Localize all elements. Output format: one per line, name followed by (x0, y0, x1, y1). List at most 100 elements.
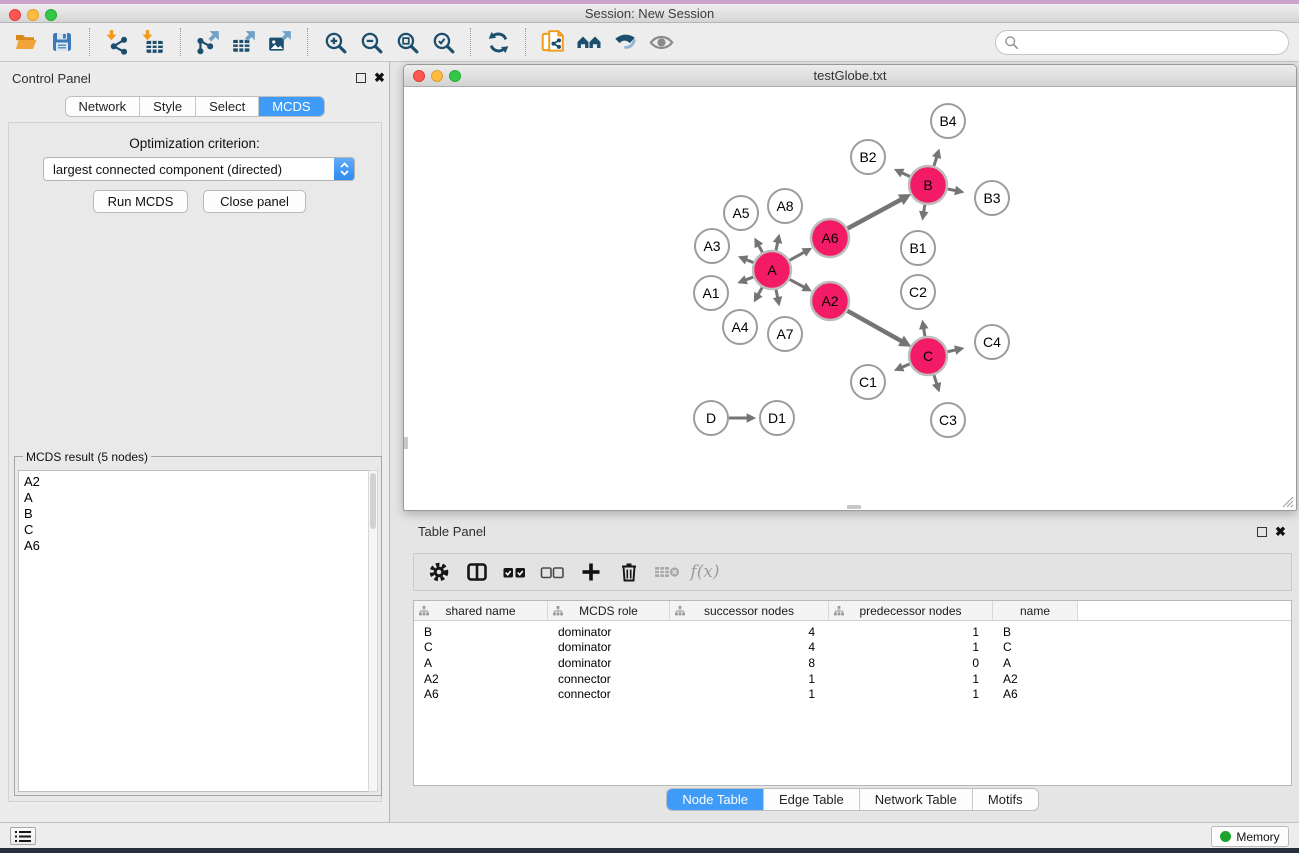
zoom-in-button[interactable] (317, 25, 353, 59)
table-row-A6[interactable]: A6connector11A6 (414, 686, 1291, 702)
tab-edge-table[interactable]: Edge Table (763, 789, 859, 810)
memory-button[interactable]: Memory (1211, 826, 1289, 847)
table-mode-button[interactable] (424, 557, 454, 587)
result-scrollbar[interactable] (368, 470, 378, 792)
tab-motifs[interactable]: Motifs (972, 789, 1038, 810)
edge-A-A7[interactable] (776, 290, 778, 298)
refresh-button[interactable] (480, 25, 516, 59)
zoom-out-button[interactable] (353, 25, 389, 59)
cell[interactable]: connector (548, 686, 670, 702)
table-float-icon[interactable] (1257, 527, 1267, 537)
tab-style[interactable]: Style (139, 97, 195, 116)
tab-network-table[interactable]: Network Table (859, 789, 972, 810)
close-panel-button[interactable]: Close panel (203, 190, 306, 213)
edge-C-C4[interactable] (948, 350, 957, 352)
edge-B-B1[interactable] (924, 205, 925, 213)
show-columns-button[interactable] (462, 557, 492, 587)
result-item-A2[interactable]: A2 (19, 474, 370, 490)
result-item-A6[interactable]: A6 (19, 538, 370, 554)
export-image-button[interactable] (262, 25, 298, 59)
cell[interactable]: B (414, 624, 548, 640)
network-window-titlebar[interactable]: testGlobe.txt (404, 65, 1296, 87)
cell[interactable]: A6 (414, 686, 548, 702)
cell[interactable]: A2 (414, 671, 548, 687)
cell[interactable]: dominator (548, 640, 670, 656)
import-table-button[interactable] (135, 25, 171, 59)
save-session-button[interactable] (44, 25, 80, 59)
cell[interactable]: dominator (548, 655, 670, 671)
show-hide-graphics-button[interactable] (607, 25, 643, 59)
cell[interactable]: 0 (829, 655, 993, 671)
edge-C-C1[interactable] (902, 364, 910, 367)
edge-A6-B[interactable] (848, 199, 902, 228)
cell[interactable]: 4 (670, 624, 829, 640)
cell[interactable]: connector (548, 671, 670, 687)
export-network-button[interactable] (190, 25, 226, 59)
column-header-successor-nodes[interactable]: successor nodes (670, 601, 829, 620)
criterion-select[interactable]: largest connected component (directed) (43, 157, 355, 181)
cell[interactable]: C (414, 640, 548, 656)
export-table-button[interactable] (226, 25, 262, 59)
edge-B-B3[interactable] (948, 189, 956, 191)
cell[interactable]: A2 (993, 671, 1078, 687)
search-input[interactable] (1024, 33, 1288, 53)
tab-node-table[interactable]: Node Table (667, 789, 763, 810)
close-panel-icon[interactable]: ✖ (374, 71, 385, 84)
task-history-button[interactable] (10, 827, 36, 845)
edge-A-A3[interactable] (746, 260, 754, 263)
float-panel-icon[interactable] (356, 73, 366, 83)
eye-button[interactable] (643, 25, 679, 59)
resize-grip[interactable] (1281, 495, 1294, 508)
cell[interactable]: 1 (670, 686, 829, 702)
edge-A-A4[interactable] (758, 287, 762, 295)
tab-mcds[interactable]: MCDS (258, 97, 323, 116)
tab-select[interactable]: Select (195, 97, 258, 116)
deselect-all-button[interactable] (538, 557, 568, 587)
edge-C-C2[interactable] (924, 328, 925, 336)
cell[interactable]: B (993, 624, 1078, 640)
edge-A-A6[interactable] (790, 252, 805, 260)
cell[interactable]: 8 (670, 655, 829, 671)
column-header-MCDS-role[interactable]: MCDS role (548, 601, 670, 620)
edge-A2-C[interactable] (847, 311, 901, 342)
column-header-shared-name[interactable]: shared name (414, 601, 548, 620)
result-item-C[interactable]: C (19, 522, 370, 538)
network-canvas[interactable]: B4B2BB3A8A5A6A3B1AC2A1A2A4A7C4CC1C3DD1 (405, 88, 1297, 511)
import-network-button[interactable] (99, 25, 135, 59)
home-button[interactable] (571, 25, 607, 59)
horizontal-scroll-indicator[interactable] (847, 505, 861, 509)
table-row-A[interactable]: Adominator80A (414, 655, 1291, 671)
column-header-predecessor-nodes[interactable]: predecessor nodes (829, 601, 993, 620)
cell[interactable]: A (414, 655, 548, 671)
zoom-fit-button[interactable] (389, 25, 425, 59)
search-field[interactable] (995, 30, 1289, 55)
edge-A-A1[interactable] (745, 277, 753, 280)
result-item-A[interactable]: A (19, 490, 370, 506)
edge-B-B4[interactable] (934, 157, 937, 166)
clone-network-button[interactable] (535, 25, 571, 59)
delete-table-button[interactable] (652, 557, 682, 587)
edge-B-B2[interactable] (902, 173, 910, 177)
run-mcds-button[interactable]: Run MCDS (93, 190, 188, 213)
cell[interactable]: A6 (993, 686, 1078, 702)
cell[interactable]: 1 (829, 624, 993, 640)
cell[interactable]: 1 (670, 671, 829, 687)
scrollbar-thumb[interactable] (370, 473, 376, 529)
zoom-selected-button[interactable] (425, 25, 461, 59)
table-row-A2[interactable]: A2connector11A2 (414, 671, 1291, 687)
cell[interactable]: 1 (829, 640, 993, 656)
function-builder-button[interactable]: f(x) (690, 557, 720, 587)
result-item-B[interactable]: B (19, 506, 370, 522)
cell[interactable]: dominator (548, 624, 670, 640)
edge-A-A2[interactable] (790, 279, 805, 287)
mcds-result-list[interactable]: A2ABCA6 (18, 470, 370, 792)
table-row-B[interactable]: Bdominator41B (414, 624, 1291, 640)
tab-network[interactable]: Network (65, 97, 139, 116)
select-all-button[interactable] (500, 557, 530, 587)
cell[interactable]: 1 (829, 671, 993, 687)
table-row-C[interactable]: Cdominator41C (414, 640, 1291, 656)
open-session-button[interactable] (8, 25, 44, 59)
vertical-scroll-indicator[interactable] (404, 437, 408, 449)
column-header-name[interactable]: name (993, 601, 1078, 620)
delete-column-button[interactable] (614, 557, 644, 587)
